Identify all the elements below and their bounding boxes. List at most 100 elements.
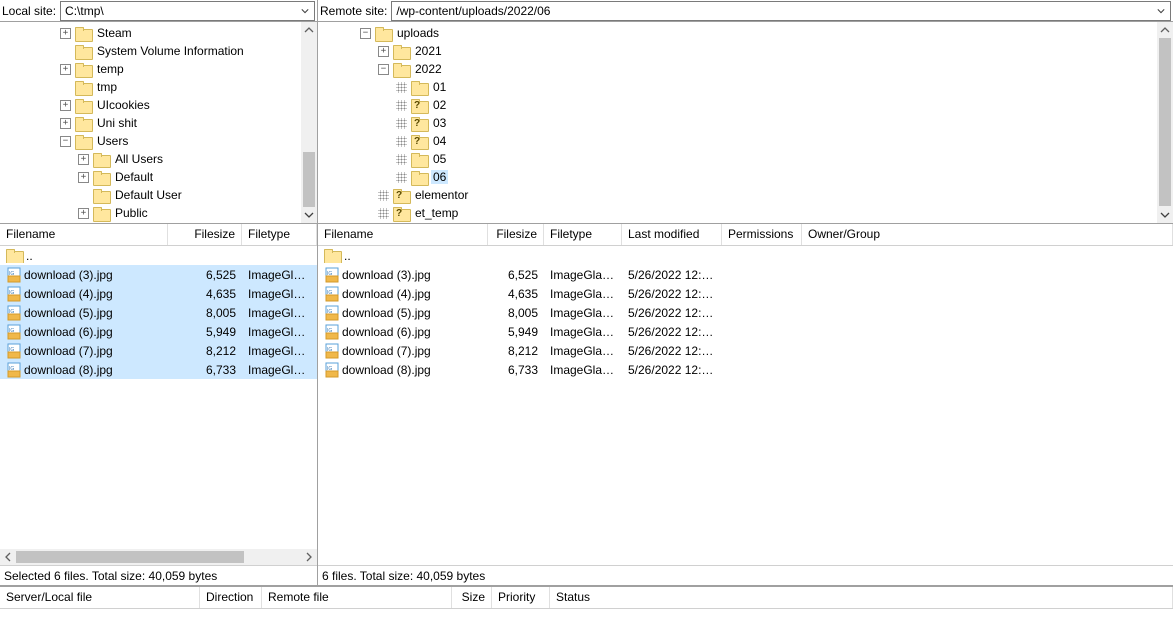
file-row[interactable]: download (5).jpg 8,005 ImageGlass [0, 303, 317, 322]
chevron-down-icon [301, 7, 309, 15]
remote-file-list[interactable]: .. download (3).jpg 6,525 ImageGlas... 5… [318, 246, 1173, 565]
parent-dir-row[interactable]: .. [318, 246, 1173, 265]
file-row[interactable]: download (7).jpg 8,212 ImageGlass [0, 341, 317, 360]
tree-item[interactable]: + temp [0, 60, 301, 78]
tree-item[interactable]: Default User [0, 186, 301, 204]
tree-item[interactable]: + Public [0, 204, 301, 222]
collapse-icon[interactable]: − [360, 28, 371, 39]
tree-item[interactable]: − Users [0, 132, 301, 150]
tree-item[interactable]: ? 04 [318, 132, 1157, 150]
col-modified[interactable]: Last modified [622, 224, 722, 245]
expand-icon[interactable]: + [378, 46, 389, 57]
expand-icon[interactable]: + [60, 100, 71, 111]
file-row[interactable]: download (8).jpg 6,733 ImageGlass [0, 360, 317, 379]
remote-file-header[interactable]: Filename Filesize Filetype Last modified… [318, 224, 1173, 246]
col-filetype[interactable]: Filetype [242, 224, 317, 245]
parent-dir-label: .. [26, 249, 33, 263]
file-row[interactable]: download (7).jpg 8,212 ImageGlas... 5/26… [318, 341, 1173, 360]
tree-item[interactable]: ? 02 [318, 96, 1157, 114]
scroll-down-button[interactable] [301, 207, 317, 223]
scroll-up-button[interactable] [301, 22, 317, 38]
scroll-left-button[interactable] [0, 549, 16, 565]
tree-item[interactable]: + Uni shit [0, 114, 301, 132]
local-file-header[interactable]: Filename Filesize Filetype [0, 224, 317, 246]
local-file-list[interactable]: .. download (3).jpg 6,525 ImageGlass dow… [0, 246, 317, 549]
local-path-dropdown-button[interactable] [296, 2, 314, 20]
col-filesize[interactable]: Filesize [168, 224, 242, 245]
parent-dir-row[interactable]: .. [0, 246, 317, 265]
expand-icon[interactable]: + [78, 172, 89, 183]
file-name: download (5).jpg [24, 306, 113, 320]
remote-path-input[interactable] [392, 3, 1152, 19]
folder-icon [93, 153, 109, 166]
tree-item[interactable]: ? 03 [318, 114, 1157, 132]
expand-icon[interactable]: + [60, 64, 71, 75]
col-size[interactable]: Size [452, 587, 492, 608]
file-row[interactable]: download (6).jpg 5,949 ImageGlass [0, 322, 317, 341]
col-direction[interactable]: Direction [200, 587, 262, 608]
remote-path-combo[interactable] [391, 1, 1171, 21]
col-remote-file[interactable]: Remote file [262, 587, 452, 608]
local-tree-scrollbar[interactable] [301, 22, 317, 223]
tree-item[interactable]: ? et_temp [318, 204, 1157, 222]
collapse-icon[interactable]: − [60, 136, 71, 147]
tree-item-label: Uni shit [95, 116, 139, 130]
folder-icon [375, 27, 391, 40]
col-permissions[interactable]: Permissions [722, 224, 802, 245]
file-row[interactable]: download (3).jpg 6,525 ImageGlas... 5/26… [318, 265, 1173, 284]
remote-path-dropdown-button[interactable] [1152, 2, 1170, 20]
col-priority[interactable]: Priority [492, 587, 550, 608]
local-path-combo[interactable] [60, 1, 315, 21]
folder-unknown-icon: ? [411, 117, 427, 130]
file-row[interactable]: download (4).jpg 4,635 ImageGlass [0, 284, 317, 303]
tree-item[interactable]: 06 [318, 168, 1157, 186]
file-name: download (8).jpg [24, 363, 113, 377]
tree-item[interactable]: 01 [318, 78, 1157, 96]
tree-item-label: Default [113, 170, 155, 184]
tree-connector-icon [396, 154, 407, 165]
queue-header[interactable]: Server/Local file Direction Remote file … [0, 587, 1173, 609]
col-filesize[interactable]: Filesize [488, 224, 544, 245]
tree-item[interactable]: + UIcookies [0, 96, 301, 114]
tree-item[interactable]: + Default [0, 168, 301, 186]
folder-icon [75, 99, 91, 112]
tree-item[interactable]: tmp [0, 78, 301, 96]
col-filename[interactable]: Filename [0, 224, 168, 245]
scroll-thumb[interactable] [16, 551, 244, 563]
file-row[interactable]: download (4).jpg 4,635 ImageGlas... 5/26… [318, 284, 1173, 303]
col-server-local[interactable]: Server/Local file [0, 587, 200, 608]
col-status[interactable]: Status [550, 587, 1173, 608]
tree-item[interactable]: + All Users [0, 150, 301, 168]
remote-tree-scrollbar[interactable] [1157, 22, 1173, 223]
scroll-down-button[interactable] [1157, 207, 1173, 223]
tree-item[interactable]: ? elementor [318, 186, 1157, 204]
file-row[interactable]: download (8).jpg 6,733 ImageGlas... 5/26… [318, 360, 1173, 379]
expand-icon[interactable]: + [60, 28, 71, 39]
col-owner[interactable]: Owner/Group [802, 224, 1173, 245]
file-name: download (8).jpg [342, 363, 431, 377]
local-path-input[interactable] [61, 3, 296, 19]
file-row[interactable]: download (6).jpg 5,949 ImageGlas... 5/26… [318, 322, 1173, 341]
local-tree-pane: Local site: + Steam System Volume Inform… [0, 0, 318, 223]
file-row[interactable]: download (3).jpg 6,525 ImageGlass [0, 265, 317, 284]
expand-icon[interactable]: + [78, 154, 89, 165]
tree-item[interactable]: 05 [318, 150, 1157, 168]
tree-item[interactable]: System Volume Information [0, 42, 301, 60]
expand-icon[interactable]: + [60, 118, 71, 129]
tree-item[interactable]: + Steam [0, 24, 301, 42]
tree-item[interactable]: − 2022 [318, 60, 1157, 78]
scroll-thumb[interactable] [303, 152, 315, 212]
col-filetype[interactable]: Filetype [544, 224, 622, 245]
collapse-icon[interactable]: − [378, 64, 389, 75]
col-filename[interactable]: Filename [318, 224, 488, 245]
file-row[interactable]: download (5).jpg 8,005 ImageGlas... 5/26… [318, 303, 1173, 322]
scroll-right-button[interactable] [301, 549, 317, 565]
tree-item[interactable]: + 2021 [318, 42, 1157, 60]
local-hscrollbar[interactable] [0, 549, 317, 565]
scroll-thumb[interactable] [1159, 38, 1171, 206]
tree-item[interactable]: − uploads [318, 24, 1157, 42]
expand-icon[interactable]: + [78, 208, 89, 219]
scroll-up-button[interactable] [1157, 22, 1173, 38]
remote-folder-tree[interactable]: − uploads + 2021 − 2022 01 ? 02 ? [318, 22, 1157, 223]
local-folder-tree[interactable]: + Steam System Volume Information + temp… [0, 22, 301, 223]
